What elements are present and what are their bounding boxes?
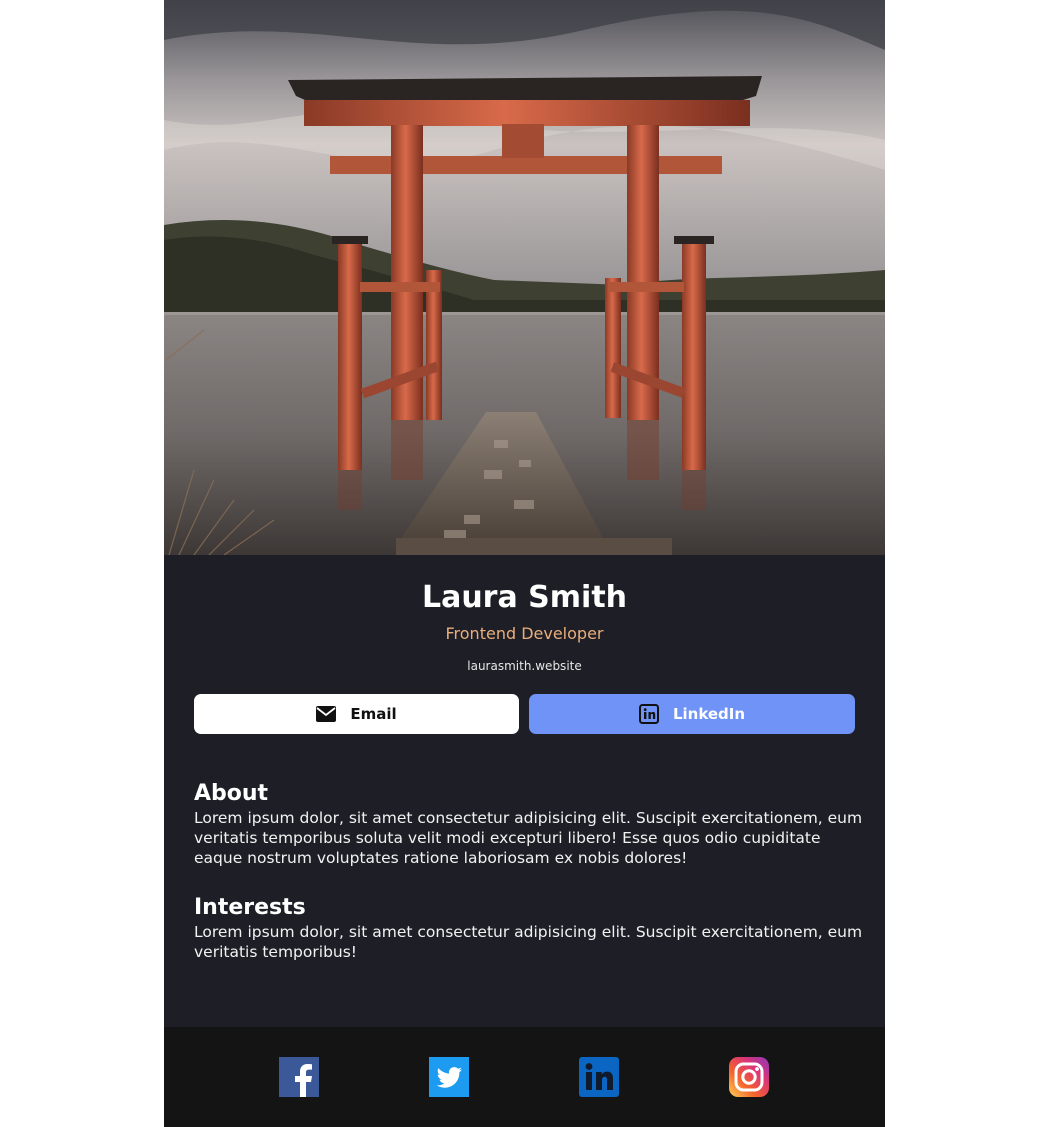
profile-card: Laura Smith Frontend Developer laurasmit… xyxy=(164,0,885,1127)
about-heading: About xyxy=(194,781,269,806)
email-button[interactable]: Email xyxy=(194,694,519,734)
hero-image xyxy=(164,0,885,555)
footer xyxy=(164,1027,885,1127)
linkedin-button[interactable]: LinkedIn xyxy=(529,694,855,734)
email-button-label: Email xyxy=(350,705,397,723)
facebook-icon[interactable] xyxy=(279,1057,319,1097)
profile-role: Frontend Developer xyxy=(445,624,604,643)
twitter-icon[interactable] xyxy=(429,1057,469,1097)
linkedin-icon xyxy=(638,704,659,724)
profile-name: Laura Smith xyxy=(421,580,628,615)
profile-website-link[interactable]: laurasmith.website xyxy=(164,658,885,674)
about-text: Lorem ipsum dolor, sit amet consectetur … xyxy=(194,809,863,867)
linkedin-button-label: LinkedIn xyxy=(672,705,746,723)
instagram-icon[interactable] xyxy=(729,1057,769,1097)
interests-text: Lorem ipsum dolor, sit amet consectetur … xyxy=(194,923,863,961)
envelope-icon xyxy=(316,706,337,722)
linkedin-footer-icon[interactable] xyxy=(579,1057,619,1097)
interests-heading: Interests xyxy=(194,895,306,920)
